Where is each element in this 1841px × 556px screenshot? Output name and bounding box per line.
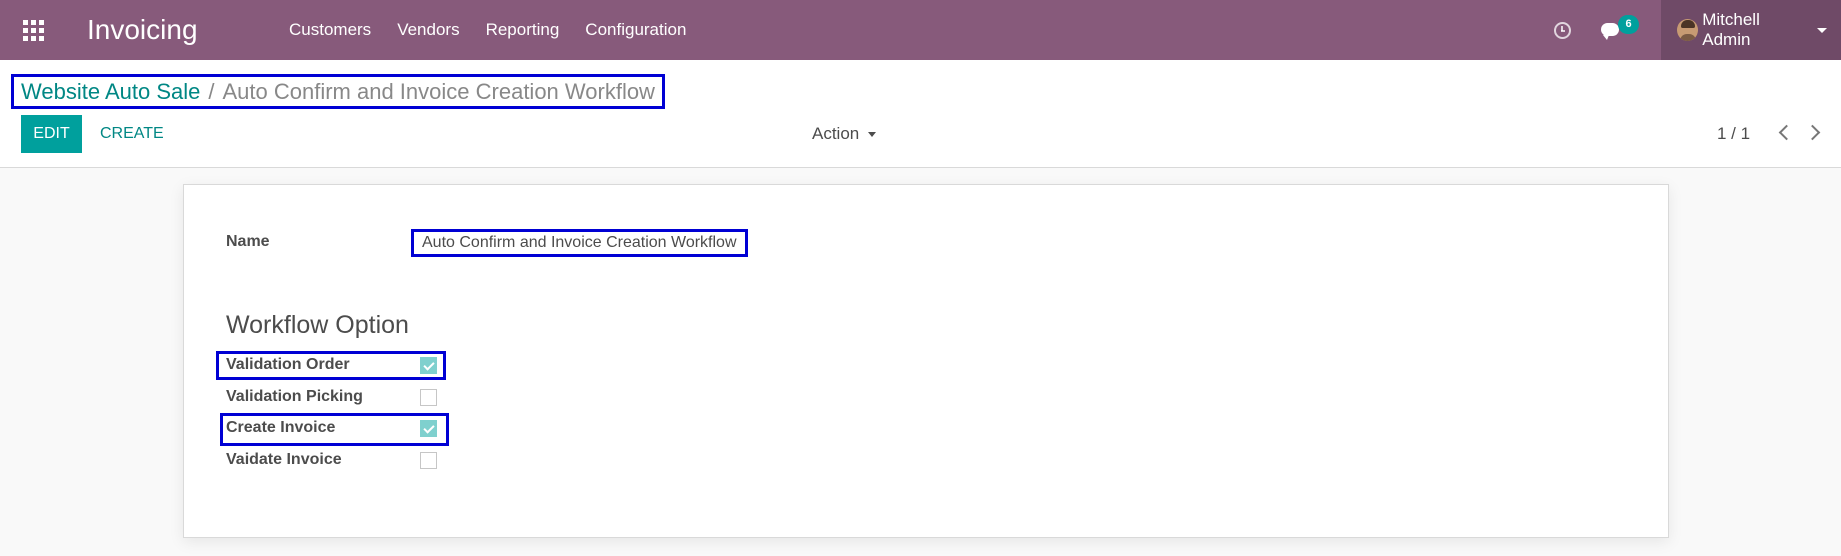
apps-menu-button[interactable] xyxy=(0,0,66,60)
top-navbar: Invoicing Customers Vendors Reporting Co… xyxy=(0,0,1841,60)
menu-item-reporting[interactable]: Reporting xyxy=(473,0,573,60)
messages-button[interactable]: 6 xyxy=(1601,15,1641,45)
main-menu: Customers Vendors Reporting Configuratio… xyxy=(276,0,699,60)
create-button[interactable]: CREATE xyxy=(94,115,170,153)
validation-order-checkbox[interactable] xyxy=(420,357,437,374)
apps-grid-icon xyxy=(22,19,44,41)
avatar xyxy=(1677,19,1699,41)
menu-item-configuration[interactable]: Configuration xyxy=(572,0,699,60)
caret-down-icon xyxy=(1817,27,1827,33)
menu-item-customers[interactable]: Customers xyxy=(276,0,384,60)
activity-clock-icon[interactable] xyxy=(1554,21,1571,39)
action-dropdown[interactable]: Action xyxy=(812,115,877,153)
menu-item-vendors[interactable]: Vendors xyxy=(384,0,472,60)
breadcrumb-parent-link[interactable]: Website Auto Sale xyxy=(21,79,200,105)
control-panel: Website Auto Sale / Auto Confirm and Inv… xyxy=(0,60,1841,168)
option-label-validate-invoice: Vaidate Invoice xyxy=(226,451,342,468)
breadcrumb: Website Auto Sale / Auto Confirm and Inv… xyxy=(11,74,665,109)
systray: 6 Mitchell Admin xyxy=(1554,0,1841,60)
validate-invoice-checkbox[interactable] xyxy=(420,452,437,469)
app-title: Invoicing xyxy=(87,14,198,45)
edit-button[interactable]: EDIT xyxy=(21,115,82,153)
user-name: Mitchell Admin xyxy=(1702,10,1760,49)
action-label: Action xyxy=(812,124,860,143)
breadcrumb-current: Auto Confirm and Invoice Creation Workfl… xyxy=(222,78,655,104)
caret-down-icon xyxy=(868,131,877,137)
validation-picking-checkbox[interactable] xyxy=(420,389,437,406)
option-label-validation-picking: Validation Picking xyxy=(226,388,363,405)
chat-bubble-icon xyxy=(1601,23,1619,40)
chevron-left-icon[interactable] xyxy=(1778,124,1795,141)
pager-value[interactable]: 1 / 1 xyxy=(1717,115,1750,153)
name-field: Auto Confirm and Invoice Creation Workfl… xyxy=(411,229,748,257)
chevron-right-icon[interactable] xyxy=(1804,124,1821,141)
form-sheet: Name Auto Confirm and Invoice Creation W… xyxy=(183,184,1669,538)
messages-count-badge: 6 xyxy=(1618,15,1639,34)
name-label: Name xyxy=(226,233,270,250)
section-title: Workflow Option xyxy=(226,311,409,339)
option-label-create-invoice: Create Invoice xyxy=(226,419,336,436)
option-label-validation-order: Validation Order xyxy=(226,356,350,373)
user-menu[interactable]: Mitchell Admin xyxy=(1661,0,1841,60)
breadcrumb-separator: / xyxy=(208,78,215,104)
create-invoice-checkbox[interactable] xyxy=(420,420,437,437)
